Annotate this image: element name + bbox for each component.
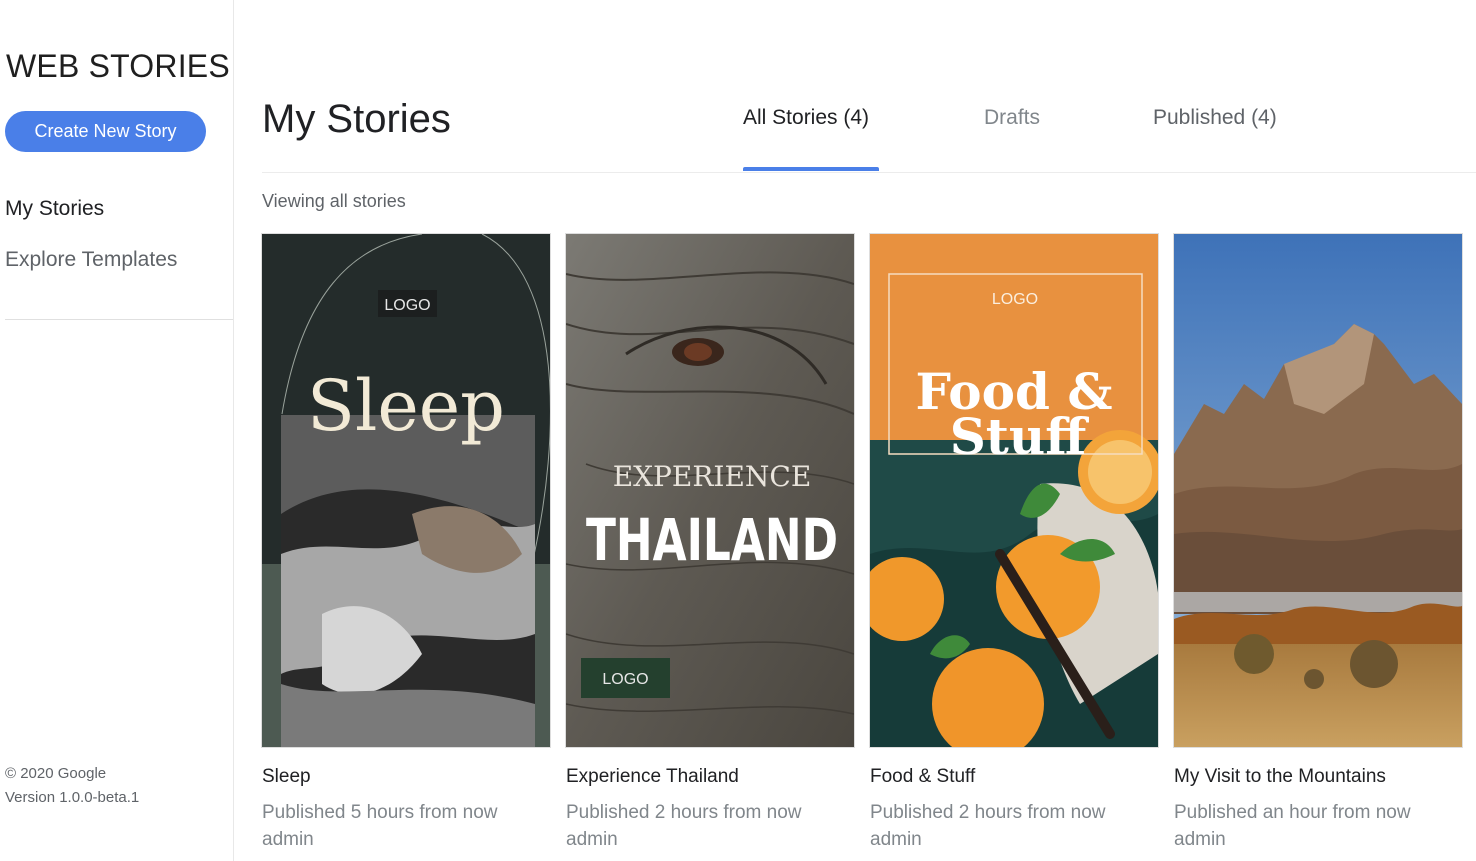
thumb-logo-text: LOGO	[992, 291, 1038, 308]
story-thumbnail-sleep: LOGO Sleep	[262, 234, 550, 747]
tab-published[interactable]: Published (4)	[1153, 106, 1277, 130]
story-status: Published 2 hours from now	[870, 802, 1106, 823]
copyright-text: © 2020 Google	[5, 765, 107, 782]
story-author: admin	[870, 829, 922, 850]
sidebar-item-my-stories[interactable]: My Stories	[5, 197, 104, 221]
sidebar-item-explore-templates[interactable]: Explore Templates	[5, 248, 177, 272]
page-title: My Stories	[262, 97, 451, 141]
story-status: Published 2 hours from now	[566, 802, 802, 823]
story-author: admin	[1174, 829, 1226, 850]
story-card-sleep[interactable]: LOGO Sleep	[262, 234, 550, 747]
story-title[interactable]: My Visit to the Mountains	[1174, 766, 1386, 788]
story-card-mountains[interactable]	[1174, 234, 1462, 747]
story-status: Published 5 hours from now	[262, 802, 498, 823]
story-author: admin	[566, 829, 618, 850]
story-title[interactable]: Experience Thailand	[566, 766, 739, 788]
thumb-headline-line2: Stuff	[950, 407, 1090, 466]
version-text: Version 1.0.0-beta.1	[5, 789, 140, 806]
active-tab-indicator	[743, 167, 879, 171]
story-author: admin	[262, 829, 314, 850]
story-thumbnail-mountains	[1174, 234, 1462, 747]
thumb-logo-text: LOGO	[602, 671, 648, 688]
brand-title: WEB STORIES	[6, 48, 230, 84]
sidebar-footer: © 2020 Google Version 1.0.0-beta.1	[5, 762, 139, 810]
sidebar-divider	[5, 319, 233, 320]
tab-all-stories[interactable]: All Stories (4)	[743, 106, 869, 130]
story-card-thailand[interactable]: EXPERIENCE THAILAND LOGO	[566, 234, 854, 747]
thumb-headline: THAILAND	[586, 506, 838, 574]
story-title[interactable]: Food & Stuff	[870, 766, 975, 788]
sidebar: WEB STORIES Create New Story My Stories …	[0, 0, 234, 861]
story-thumbnail-food: LOGO Food & Stuff	[870, 234, 1158, 747]
header-divider	[262, 172, 1476, 173]
tab-drafts[interactable]: Drafts	[984, 106, 1040, 130]
story-thumbnail-thailand: EXPERIENCE THAILAND LOGO	[566, 234, 854, 747]
viewing-label: Viewing all stories	[262, 191, 406, 211]
story-title[interactable]: Sleep	[262, 766, 311, 788]
story-card-food[interactable]: LOGO Food & Stuff	[870, 234, 1158, 747]
thumb-headline: Sleep	[307, 365, 505, 447]
thumb-logo-text: LOGO	[384, 297, 430, 314]
create-new-story-button[interactable]: Create New Story	[5, 111, 206, 152]
story-status: Published an hour from now	[1174, 802, 1411, 823]
thumb-kicker: EXPERIENCE	[613, 460, 812, 493]
